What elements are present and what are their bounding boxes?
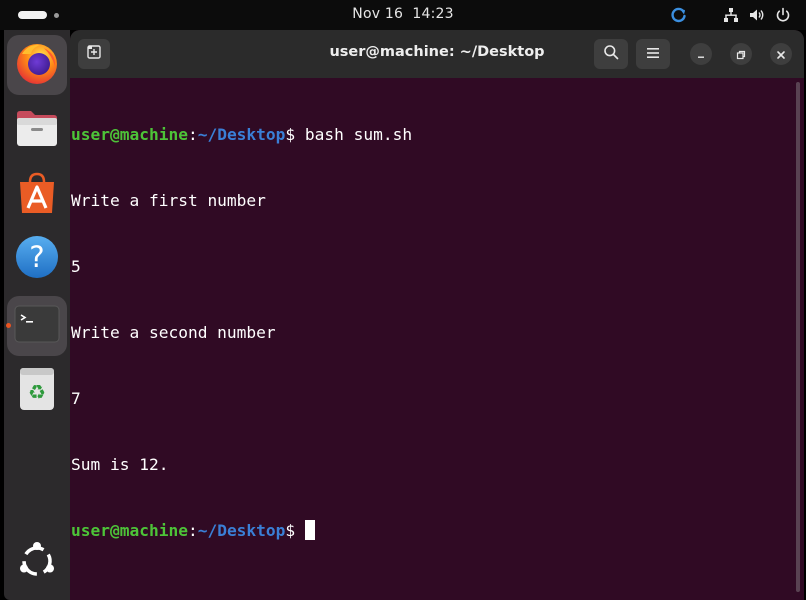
output-line: Write a first number: [71, 191, 266, 210]
menu-button[interactable]: [636, 39, 670, 69]
dock: ? ♻: [4, 30, 70, 600]
header-bar[interactable]: user@machine: ~/Desktop: [70, 30, 804, 78]
search-button[interactable]: [594, 39, 628, 69]
search-icon: [603, 44, 619, 64]
dock-files[interactable]: [7, 100, 67, 160]
new-tab-icon: [86, 44, 102, 64]
restore-icon: [736, 45, 746, 64]
prompt-user: user@machine: [71, 521, 188, 540]
terminal-icon: [14, 304, 60, 348]
update-refresh-icon[interactable]: [670, 6, 688, 24]
app-center-icon: [14, 170, 60, 220]
terminal-window: user@machine: ~/Desktop user@machine:~/D…: [70, 30, 804, 600]
show-apps-button[interactable]: [7, 533, 67, 593]
close-button[interactable]: [770, 43, 792, 65]
minimize-button[interactable]: [690, 43, 712, 65]
system-tray[interactable]: [670, 5, 792, 25]
running-indicator: [6, 323, 11, 328]
minimize-icon: [696, 45, 706, 64]
output-line: 7: [71, 389, 81, 408]
trash-icon: ♻: [17, 365, 57, 415]
scrollbar[interactable]: [796, 82, 800, 592]
command-line: user@machine:~/Desktop$ bash sum.sh: [71, 124, 793, 146]
svg-text:♻: ♻: [28, 380, 46, 404]
new-tab-button[interactable]: [78, 39, 110, 69]
prompt-symbol: $: [285, 521, 305, 540]
terminal-output[interactable]: user@machine:~/Desktop$ bash sum.sh Writ…: [71, 78, 793, 600]
output-line: 5: [71, 257, 81, 276]
restore-button[interactable]: [730, 43, 752, 65]
hamburger-menu-icon: [646, 45, 660, 64]
prompt-separator: :: [187, 521, 198, 540]
help-icon: ?: [14, 234, 60, 284]
files-icon: [14, 105, 60, 155]
prompt-separator: :: [187, 125, 198, 144]
power-icon[interactable]: [774, 6, 792, 24]
close-icon: [776, 45, 786, 64]
ubuntu-logo-icon: [17, 541, 57, 585]
prompt-directory: ~/Desktop: [197, 125, 286, 144]
prompt-user: user@machine: [71, 125, 188, 144]
dock-help[interactable]: ?: [7, 229, 67, 289]
text-cursor: [304, 520, 315, 540]
dock-trash[interactable]: ♻: [7, 360, 67, 420]
command-text: bash sum.sh: [304, 125, 413, 144]
output-line: Sum is 12.: [71, 455, 169, 474]
firefox-icon: [14, 40, 60, 90]
prompt-directory: ~/Desktop: [197, 521, 286, 540]
clock-date: Nov 16: [352, 6, 404, 22]
current-prompt-line[interactable]: user@machine:~/Desktop$: [71, 520, 793, 542]
dock-app-center[interactable]: [7, 165, 67, 225]
prompt-symbol: $: [285, 125, 305, 144]
top-bar: Nov 16 14:23: [0, 0, 806, 30]
output-line: Write a second number: [71, 323, 276, 342]
svg-text:?: ?: [29, 240, 44, 274]
volume-icon[interactable]: [748, 6, 766, 24]
network-wired-icon[interactable]: [722, 6, 740, 24]
clock-time: 14:23: [412, 6, 454, 22]
dock-firefox[interactable]: [7, 35, 67, 95]
dock-terminal[interactable]: [6, 296, 67, 356]
